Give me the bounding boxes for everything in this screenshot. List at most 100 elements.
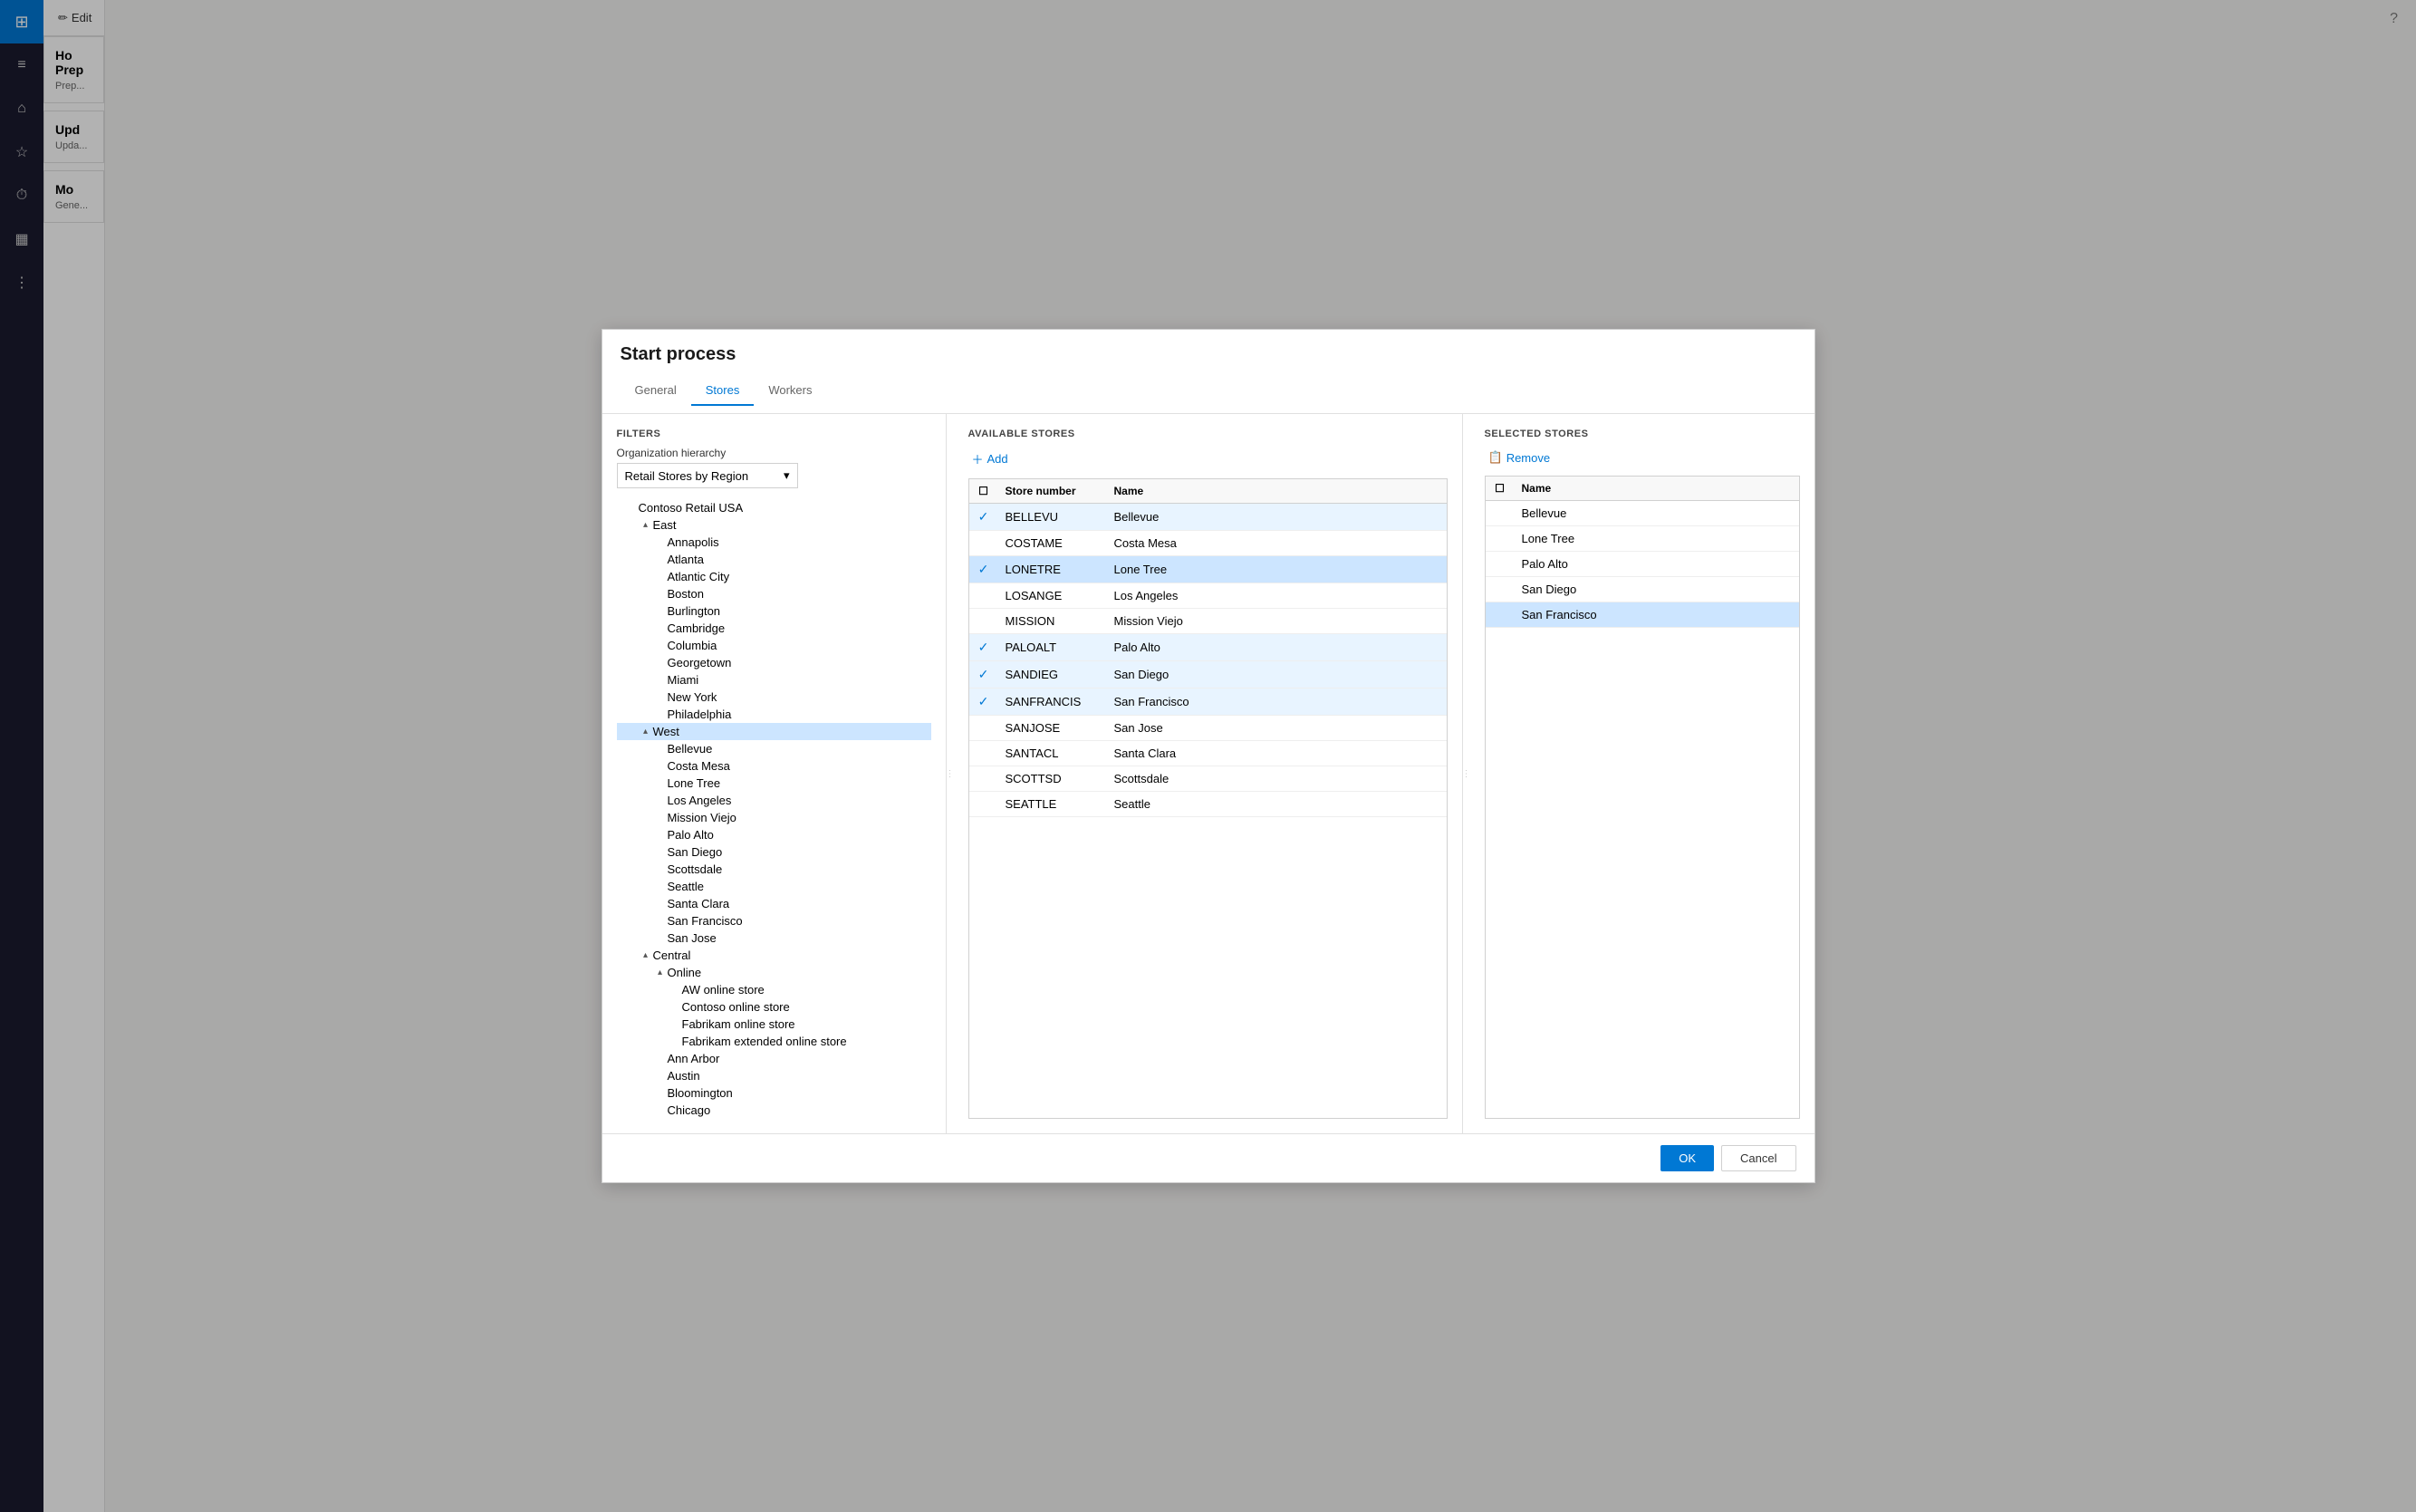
tree-item[interactable]: ▴West xyxy=(617,723,931,740)
checked-icon: ✓ xyxy=(978,509,989,525)
tree-item[interactable]: Los Angeles xyxy=(617,792,931,809)
add-stores-button[interactable]: ＋ Add xyxy=(968,447,1012,471)
sel-header-checkbox-icon[interactable]: ☐ xyxy=(1495,482,1505,495)
tree-item[interactable]: Philadelphia xyxy=(617,706,931,723)
available-store-row[interactable]: ✓SANDIEGSan Diego xyxy=(969,661,1447,689)
available-store-row[interactable]: ✓PALOALTPalo Alto xyxy=(969,634,1447,661)
header-checkbox-icon[interactable]: ☐ xyxy=(978,485,988,497)
tree-item[interactable]: Boston xyxy=(617,585,931,602)
row-checkbox[interactable]: ✓ xyxy=(969,689,998,715)
sel-row-checkbox[interactable] xyxy=(1486,508,1515,519)
available-store-row[interactable]: MISSIONMission Viejo xyxy=(969,609,1447,634)
tree-item[interactable]: Cambridge xyxy=(617,620,931,637)
row-checkbox[interactable] xyxy=(969,748,998,759)
modal-dialog: Start process General Stores Workers FIL… xyxy=(602,329,1815,1183)
tree-item[interactable]: Miami xyxy=(617,671,931,689)
selected-store-row[interactable]: San Francisco xyxy=(1486,602,1799,628)
store-name-cell: Costa Mesa xyxy=(1107,531,1447,555)
sel-row-checkbox[interactable] xyxy=(1486,610,1515,621)
selected-stores-panel: SELECTED STORES 📋 Remove ☐ Name Bellevue… xyxy=(1470,414,1814,1133)
tree-item[interactable]: Contoso Retail USA xyxy=(617,499,931,516)
tree-item[interactable]: Costa Mesa xyxy=(617,757,931,775)
available-store-row[interactable]: ✓SANFRANCISSan Francisco xyxy=(969,689,1447,716)
tree-item-label: East xyxy=(653,518,931,532)
tree-item[interactable]: Fabrikam extended online store xyxy=(617,1033,931,1050)
available-store-row[interactable]: COSTAMECosta Mesa xyxy=(969,531,1447,556)
help-icon[interactable]: ? xyxy=(2390,11,2398,27)
available-store-row[interactable]: SCOTTSDScottsdale xyxy=(969,766,1447,792)
tree-item[interactable]: AW online store xyxy=(617,981,931,998)
tree-item[interactable]: San Francisco xyxy=(617,912,931,929)
tree-item[interactable]: Chicago xyxy=(617,1102,931,1119)
row-checkbox[interactable] xyxy=(969,723,998,734)
tree-item[interactable]: Fabrikam online store xyxy=(617,1016,931,1033)
tree-item[interactable]: ▴Online xyxy=(617,964,931,981)
tree-item[interactable]: Austin xyxy=(617,1067,931,1084)
available-store-row[interactable]: SEATTLESeattle xyxy=(969,792,1447,817)
tree-item[interactable]: Bellevue xyxy=(617,740,931,757)
row-checkbox[interactable] xyxy=(969,799,998,810)
store-number-cell: SEATTLE xyxy=(998,792,1107,816)
row-checkbox[interactable]: ✓ xyxy=(969,504,998,530)
selected-store-row[interactable]: Lone Tree xyxy=(1486,526,1799,552)
tab-general[interactable]: General xyxy=(621,376,691,406)
sel-row-checkbox[interactable] xyxy=(1486,534,1515,544)
tree-item[interactable]: Annapolis xyxy=(617,534,931,551)
store-name-cell: Palo Alto xyxy=(1107,635,1447,660)
tree-item[interactable]: Bloomington xyxy=(617,1084,931,1102)
tree-item[interactable]: San Jose xyxy=(617,929,931,947)
tree-item[interactable]: Lone Tree xyxy=(617,775,931,792)
tree-item[interactable]: Palo Alto xyxy=(617,826,931,843)
available-stores-rows: ✓BELLEVUBellevueCOSTAMECosta Mesa✓LONETR… xyxy=(969,504,1447,817)
store-name-header: Name xyxy=(1107,479,1447,503)
org-hierarchy-dropdown[interactable]: Retail Stores by Region ▾ xyxy=(617,463,798,488)
sel-row-checkbox[interactable] xyxy=(1486,584,1515,595)
row-checkbox[interactable] xyxy=(969,591,998,602)
tab-stores[interactable]: Stores xyxy=(691,376,755,406)
ok-button[interactable]: OK xyxy=(1660,1145,1714,1171)
resize-handle-right[interactable]: ⋮ xyxy=(1463,414,1470,1133)
tree-item[interactable]: Mission Viejo xyxy=(617,809,931,826)
tree-item-label: Atlantic City xyxy=(668,570,931,583)
tree-item[interactable]: Atlanta xyxy=(617,551,931,568)
tree-item[interactable]: Santa Clara xyxy=(617,895,931,912)
tab-workers[interactable]: Workers xyxy=(754,376,826,406)
row-checkbox[interactable]: ✓ xyxy=(969,661,998,688)
tree-item-label: Santa Clara xyxy=(668,897,931,910)
tree-item[interactable]: ▴East xyxy=(617,516,931,534)
resize-handle-left[interactable]: ⋮ xyxy=(947,414,954,1133)
available-store-row[interactable]: ✓LONETRELone Tree xyxy=(969,556,1447,583)
remove-stores-button[interactable]: 📋 Remove xyxy=(1485,447,1555,468)
tree-item[interactable]: Georgetown xyxy=(617,654,931,671)
available-store-row[interactable]: SANJOSESan Jose xyxy=(969,716,1447,741)
tree-item-label: Costa Mesa xyxy=(668,759,931,773)
available-store-row[interactable]: SANTACLSanta Clara xyxy=(969,741,1447,766)
row-checkbox[interactable]: ✓ xyxy=(969,556,998,583)
tree-item[interactable]: Contoso online store xyxy=(617,998,931,1016)
tree-item[interactable]: Ann Arbor xyxy=(617,1050,931,1067)
tree-item[interactable]: ▴Central xyxy=(617,947,931,964)
available-store-row[interactable]: ✓BELLEVUBellevue xyxy=(969,504,1447,531)
tree-item-label: San Jose xyxy=(668,931,931,945)
cancel-button[interactable]: Cancel xyxy=(1721,1145,1795,1171)
tree-item[interactable]: New York xyxy=(617,689,931,706)
selected-store-row[interactable]: Palo Alto xyxy=(1486,552,1799,577)
row-checkbox[interactable]: ✓ xyxy=(969,634,998,660)
available-store-row[interactable]: LOSANGELos Angeles xyxy=(969,583,1447,609)
tree-item[interactable]: Seattle xyxy=(617,878,931,895)
sel-row-checkbox[interactable] xyxy=(1486,559,1515,570)
tree-expand-icon: ▴ xyxy=(639,950,653,960)
store-number-cell: SANFRANCIS xyxy=(998,689,1107,714)
row-checkbox[interactable] xyxy=(969,616,998,627)
row-checkbox[interactable] xyxy=(969,538,998,549)
tree-item[interactable]: Columbia xyxy=(617,637,931,654)
tree-item[interactable]: Atlantic City xyxy=(617,568,931,585)
tree-item[interactable]: Burlington xyxy=(617,602,931,620)
tree-item-label: West xyxy=(653,725,931,738)
store-name-cell: Santa Clara xyxy=(1107,741,1447,766)
row-checkbox[interactable] xyxy=(969,774,998,785)
tree-item[interactable]: Scottsdale xyxy=(617,861,931,878)
tree-item[interactable]: San Diego xyxy=(617,843,931,861)
selected-store-row[interactable]: San Diego xyxy=(1486,577,1799,602)
selected-store-row[interactable]: Bellevue xyxy=(1486,501,1799,526)
